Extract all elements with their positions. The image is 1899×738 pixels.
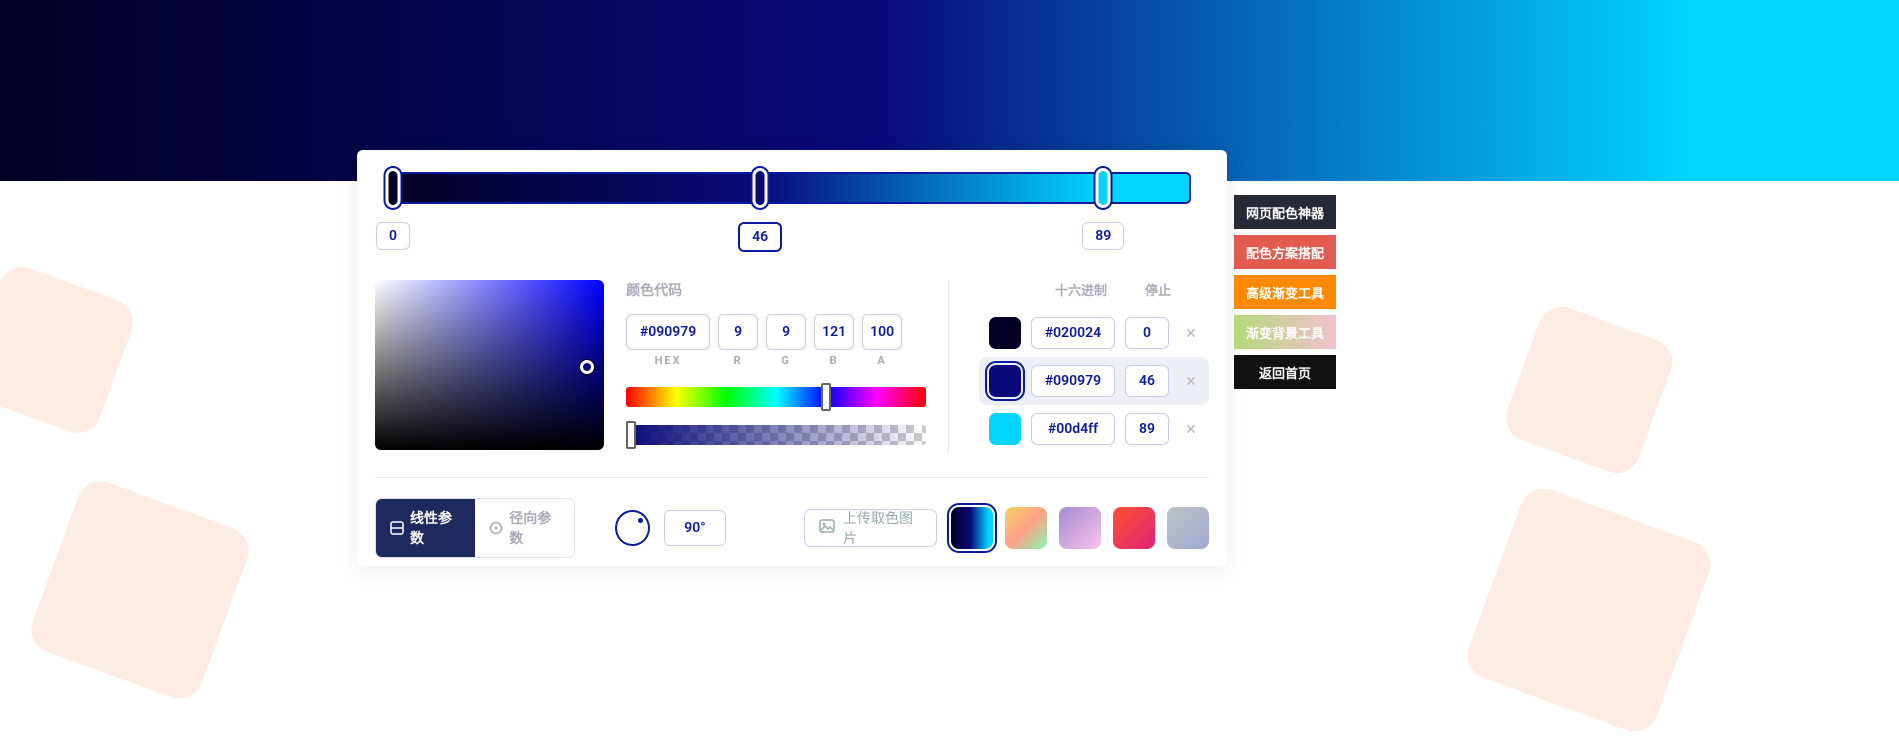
gradient-type-tabs: 线性参数 径向参数 <box>375 498 575 558</box>
gradient-editor-card: 0 46 89 颜色代码 HEX R G B A <box>357 150 1227 566</box>
preset-0[interactable] <box>951 507 993 549</box>
preset-3[interactable] <box>1113 507 1155 549</box>
divider <box>948 280 949 453</box>
nav-advanced-gradient[interactable]: 高级渐变工具 <box>1234 275 1336 309</box>
stop-pos-badge-0[interactable]: 0 <box>376 222 410 250</box>
b-input[interactable] <box>814 314 854 350</box>
linear-icon <box>390 521 404 535</box>
g-label: G <box>766 354 806 367</box>
saturation-value-picker[interactable] <box>375 280 604 450</box>
delete-stop-2[interactable]: × <box>1179 419 1203 440</box>
tab-radial[interactable]: 径向参数 <box>475 499 574 557</box>
bottom-controls: 线性参数 径向参数 上传取色图片 <box>375 477 1209 558</box>
sv-cursor[interactable] <box>580 360 594 374</box>
stop-row-2[interactable]: × <box>979 405 1209 453</box>
stop-hex-input-2[interactable] <box>1031 413 1115 445</box>
stops-list-column: 十六进制 停止 × × × <box>971 280 1209 453</box>
stop-position-row: 0 46 89 <box>375 222 1209 258</box>
image-icon <box>819 518 835 538</box>
bg-decor <box>1499 300 1678 479</box>
stop-pos-badge-2[interactable]: 89 <box>1082 222 1124 250</box>
stop-hex-input-1[interactable] <box>1031 365 1115 397</box>
upload-image-button[interactable]: 上传取色图片 <box>804 509 937 547</box>
delete-stop-1[interactable]: × <box>1179 371 1203 392</box>
stop-row-0[interactable]: × <box>979 309 1209 357</box>
stops-head-stop: 停止 <box>1145 280 1171 299</box>
upload-label: 上传取色图片 <box>843 508 922 548</box>
hex-label: HEX <box>626 354 710 367</box>
preset-4[interactable] <box>1167 507 1209 549</box>
hex-input[interactable] <box>626 314 710 350</box>
alpha-handle[interactable] <box>626 421 636 449</box>
bg-decor <box>0 260 140 439</box>
hue-handle[interactable] <box>821 383 831 411</box>
r-input[interactable] <box>718 314 758 350</box>
g-input[interactable] <box>766 314 806 350</box>
stop-swatch-2[interactable] <box>989 413 1021 445</box>
nav-home[interactable]: 返回首页 <box>1234 355 1336 389</box>
bg-decor <box>25 475 256 706</box>
nav-palette[interactable]: 配色方案搭配 <box>1234 235 1336 269</box>
nav-gradient-bg[interactable]: 渐变背景工具 <box>1234 315 1336 349</box>
bg-decor <box>1461 482 1717 738</box>
preset-1[interactable] <box>1005 507 1047 549</box>
tab-radial-label: 径向参数 <box>509 508 560 548</box>
nav-color-tool[interactable]: 网页配色神器 <box>1234 195 1336 229</box>
stops-head-hex: 十六进制 <box>1055 280 1107 299</box>
stop-pos-input-2[interactable] <box>1125 413 1169 445</box>
a-input[interactable] <box>862 314 902 350</box>
stop-row-1[interactable]: × <box>979 357 1209 405</box>
a-label: A <box>862 354 902 367</box>
preset-2[interactable] <box>1059 507 1101 549</box>
gradient-stop-handle-1[interactable] <box>753 168 768 208</box>
alpha-slider[interactable] <box>626 425 926 445</box>
color-code-column: 颜色代码 HEX R G B A <box>626 280 926 453</box>
angle-dial[interactable] <box>615 510 650 546</box>
color-code-title: 颜色代码 <box>626 280 926 300</box>
radial-icon <box>489 521 503 535</box>
side-nav: 网页配色神器 配色方案搭配 高级渐变工具 渐变背景工具 返回首页 <box>1234 195 1336 389</box>
stop-pos-badge-1[interactable]: 46 <box>738 222 782 252</box>
tab-linear-label: 线性参数 <box>410 508 461 548</box>
stop-hex-input-0[interactable] <box>1031 317 1115 349</box>
stop-pos-input-0[interactable] <box>1125 317 1169 349</box>
hue-slider[interactable] <box>626 387 926 407</box>
angle-input[interactable] <box>664 510 726 546</box>
stop-pos-input-1[interactable] <box>1125 365 1169 397</box>
stop-swatch-0[interactable] <box>989 317 1021 349</box>
tab-linear[interactable]: 线性参数 <box>376 499 475 557</box>
gradient-stop-handle-0[interactable] <box>386 168 401 208</box>
gradient-bar[interactable] <box>393 172 1191 204</box>
stop-swatch-1[interactable] <box>989 365 1021 397</box>
preset-swatches <box>951 507 1209 549</box>
gradient-bar-container <box>375 168 1209 210</box>
gradient-stop-handle-2[interactable] <box>1096 168 1111 208</box>
delete-stop-0[interactable]: × <box>1179 323 1203 344</box>
b-label: B <box>814 354 854 367</box>
r-label: R <box>718 354 758 367</box>
